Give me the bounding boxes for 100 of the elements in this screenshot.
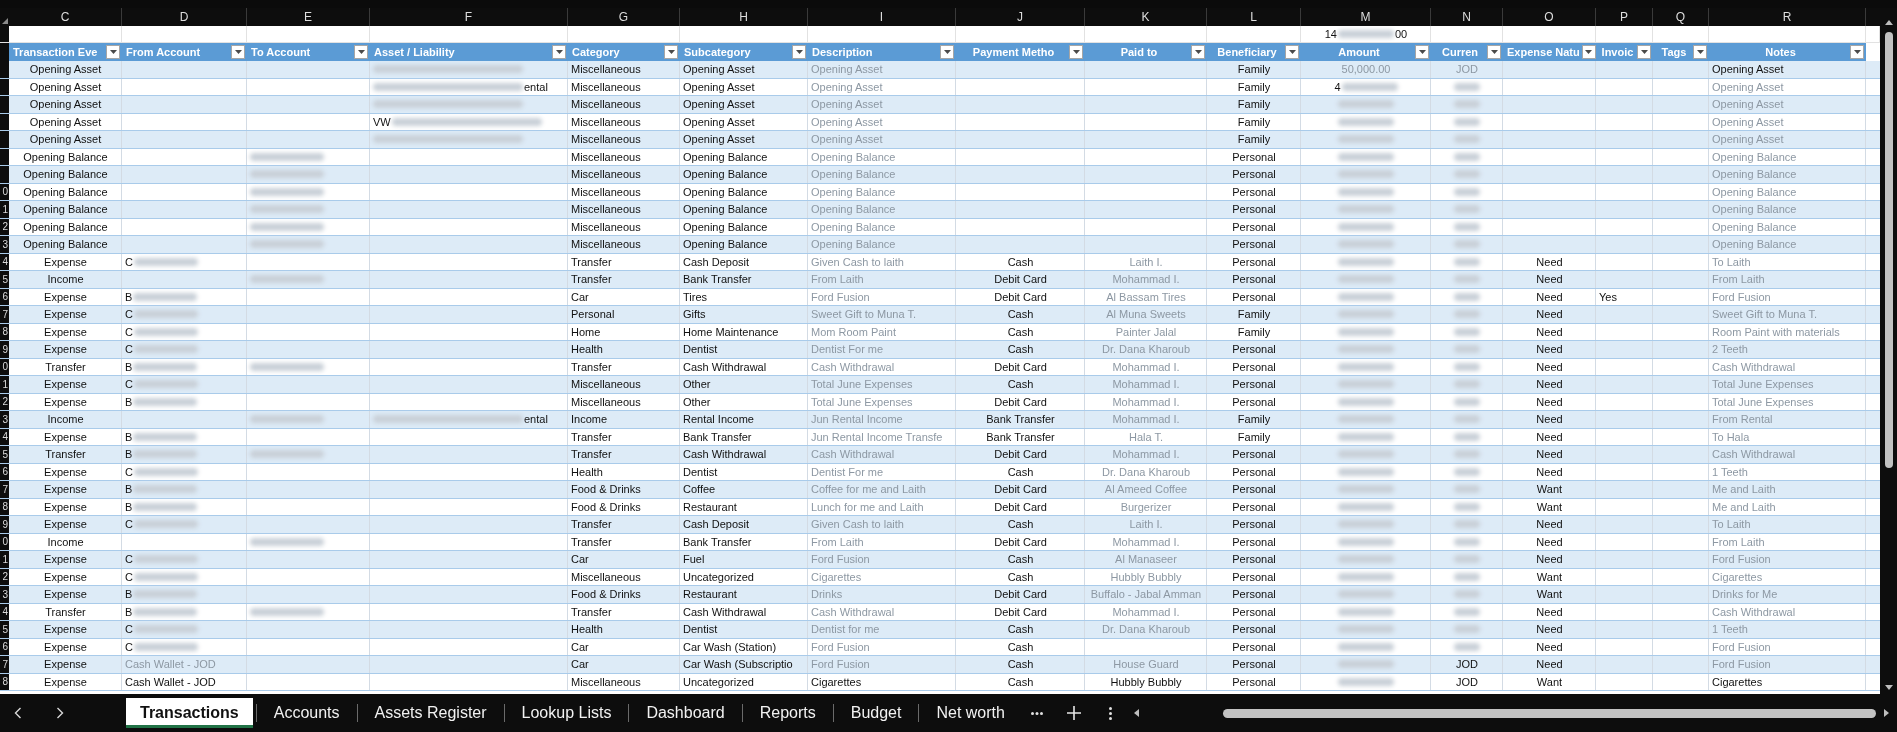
filter-button[interactable] [1693, 45, 1707, 59]
row-number[interactable]: 7 [0, 481, 9, 498]
scrollbar-thumb[interactable] [1884, 32, 1893, 468]
row-number[interactable]: 5 [0, 621, 9, 638]
table-cell-text: Drinks for Me [1711, 587, 1779, 603]
filter-button[interactable] [231, 45, 245, 59]
row-number[interactable]: 9 [0, 516, 9, 533]
filter-button[interactable] [792, 45, 806, 59]
table-cell-text: Expense [43, 482, 88, 498]
table-cell-text: Debit Card [993, 359, 1048, 375]
sheet-tab[interactable]: Reports [745, 698, 830, 728]
table-cell-text: Expense [43, 394, 88, 410]
table-cell-text: Opening Balance [1711, 167, 1798, 183]
row-number[interactable]: 2 [0, 218, 9, 235]
cell-text: C [125, 308, 133, 321]
row-header[interactable] [0, 78, 9, 95]
filter-button[interactable] [1415, 45, 1429, 59]
row-number[interactable]: 4 [0, 253, 9, 270]
row-number[interactable]: 5 [0, 446, 9, 463]
sheet-tab[interactable]: Accounts [259, 698, 354, 728]
caret-icon [1696, 50, 1704, 54]
table-cell-text: Jun Rental Income Transfe [810, 429, 944, 445]
row-number[interactable]: 3 [0, 586, 9, 603]
row-number[interactable]: 3 [0, 236, 9, 253]
row-header[interactable] [0, 113, 9, 130]
scroll-right-arrow-icon[interactable] [1884, 709, 1889, 717]
horizontal-ellipsis-icon[interactable] [1030, 711, 1043, 715]
column-title: Amount [1337, 46, 1381, 58]
table-cell-text: Family [1236, 114, 1272, 130]
row-number[interactable]: 0 [0, 183, 9, 200]
row-number[interactable]: 8 [0, 498, 9, 515]
cell-text: C [125, 378, 133, 391]
row-number[interactable]: 2 [0, 393, 9, 410]
table-cell-text: Bank Transfer [985, 429, 1056, 445]
row-number[interactable]: 1 [0, 376, 9, 393]
redaction-blur [1338, 555, 1394, 564]
redaction-blur [133, 607, 198, 616]
row-number[interactable]: 4 [0, 603, 9, 620]
scroll-left-arrow-icon[interactable] [1133, 709, 1139, 717]
table-cell-text: Opening Asset [810, 62, 884, 78]
table-cell-text: Personal [1231, 674, 1277, 690]
filter-button[interactable] [1069, 45, 1083, 59]
chevron-left-icon[interactable] [14, 707, 22, 719]
sheet-tab[interactable]: Lookup Lists [507, 698, 626, 728]
table-cell-text: Opening Balance [682, 167, 769, 183]
row-number[interactable]: 6 [0, 463, 9, 480]
row-number[interactable]: 8 [0, 673, 9, 690]
table-cell-text: Need [1535, 289, 1564, 305]
row-number[interactable]: 3 [0, 411, 9, 428]
row-number[interactable]: 1 [0, 551, 9, 568]
scroll-down-arrow-icon[interactable] [1884, 685, 1893, 690]
redaction-blur [1454, 572, 1480, 581]
chevron-right-icon[interactable] [56, 707, 64, 719]
cell-text: C [125, 570, 133, 583]
filter-button[interactable] [1850, 45, 1864, 59]
table-cell-text: Personal [1231, 289, 1277, 305]
sheet-tab[interactable]: Net worth [922, 698, 1019, 728]
table-cell-text: Jun Rental Income [810, 412, 904, 428]
row-number[interactable]: 2 [0, 568, 9, 585]
table-cell-text: Miscellaneous [570, 674, 642, 690]
filter-button[interactable] [1487, 45, 1501, 59]
filter-button[interactable] [1285, 45, 1299, 59]
row-header[interactable] [0, 148, 9, 165]
sheet-tab[interactable]: Dashboard [632, 698, 739, 728]
scroll-up-arrow-icon[interactable] [1884, 20, 1893, 25]
scrollbar-thumb[interactable] [1222, 708, 1876, 718]
row-number[interactable]: 7 [0, 306, 9, 323]
row-number[interactable]: 0 [0, 358, 9, 375]
filter-button[interactable] [552, 45, 566, 59]
sheet-tab[interactable]: Transactions [126, 698, 253, 728]
cell-text: B [125, 500, 133, 513]
row-number[interactable]: 4 [0, 428, 9, 445]
sheet-tab[interactable]: Budget [836, 698, 916, 728]
filter-button[interactable] [1637, 45, 1651, 59]
row-number[interactable]: 7 [0, 656, 9, 673]
filter-button[interactable] [940, 45, 954, 59]
table-cell-text: Ford Fusion [1711, 552, 1772, 568]
horizontal-scrollbar[interactable] [1133, 707, 1889, 719]
row-number[interactable]: 6 [0, 288, 9, 305]
redaction-blur [133, 292, 198, 301]
row-number[interactable]: 0 [0, 533, 9, 550]
cell-text: B [125, 290, 133, 303]
row-number[interactable]: 9 [0, 341, 9, 358]
table-cell-text: Transfer [570, 359, 613, 375]
plus-icon[interactable] [1066, 706, 1081, 720]
row-number[interactable]: 6 [0, 638, 9, 655]
filter-button[interactable] [1581, 45, 1596, 59]
select-all-corner-icon[interactable] [2, 18, 8, 24]
row-number[interactable]: 1 [0, 201, 9, 218]
table-cell-text: Cash Withdrawal [810, 447, 896, 463]
vertical-ellipsis-icon[interactable] [1108, 706, 1112, 720]
filter-button[interactable] [106, 45, 120, 59]
filter-button[interactable] [354, 45, 368, 59]
table-cell-text: Opening Asset [682, 62, 756, 78]
row-number[interactable]: 5 [0, 271, 9, 288]
filter-button[interactable] [1191, 45, 1205, 59]
filter-button[interactable] [664, 45, 678, 59]
sheet-tab[interactable]: Assets Register [360, 698, 501, 728]
row-number[interactable]: 8 [0, 323, 9, 340]
column-title: Tags [1660, 46, 1688, 58]
